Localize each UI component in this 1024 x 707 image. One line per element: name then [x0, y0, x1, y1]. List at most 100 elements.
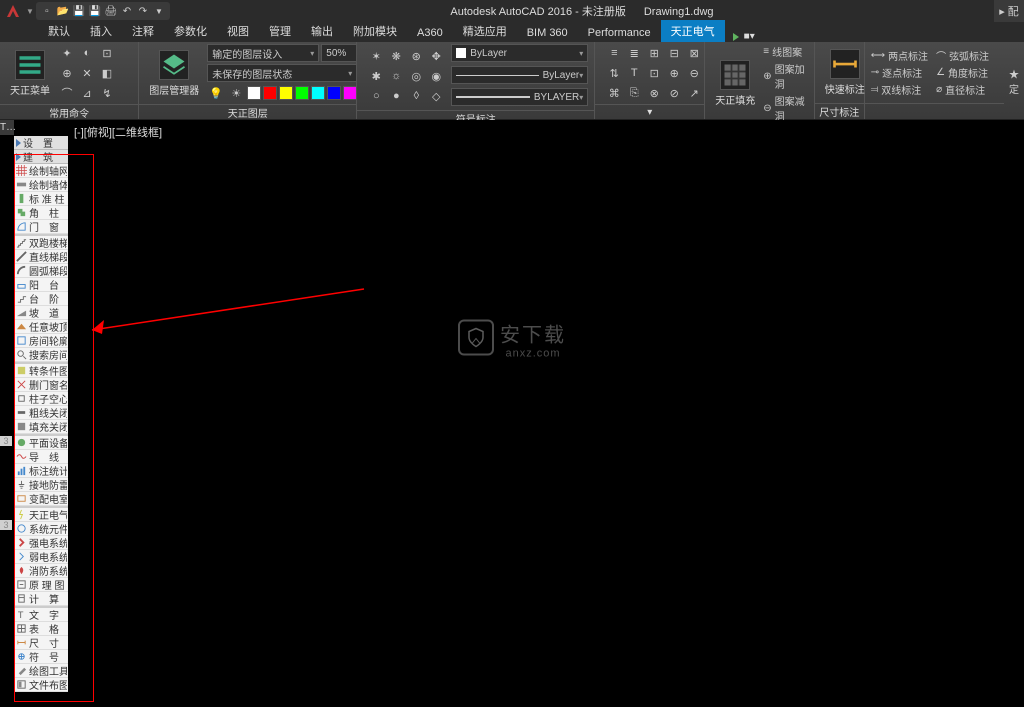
palette-item[interactable]: 标 准 柱 — [14, 192, 68, 206]
drawing-area[interactable]: [-][俯视][二维线框] — [68, 120, 1024, 707]
tz-menu-button[interactable]: 天正菜单 — [6, 48, 54, 99]
app-dropdown-icon[interactable]: ▼ — [26, 7, 34, 16]
ribbon-tab[interactable]: BIM 360 — [517, 24, 578, 42]
palette-item[interactable]: 接地防雷 — [14, 478, 68, 492]
tool-icon[interactable]: ⊠ — [685, 44, 703, 62]
tool-icon[interactable]: ✕ — [78, 64, 96, 82]
quick-dim-button[interactable]: 快速标注 — [821, 47, 869, 98]
bulb-icon[interactable]: 💡 — [207, 84, 225, 102]
fill-button[interactable]: 天正填充 — [711, 58, 759, 109]
palette-item[interactable]: 双跑楼梯 — [14, 236, 68, 250]
ribbon-tab[interactable]: 插入 — [80, 20, 122, 42]
tool-icon[interactable]: ✦ — [58, 44, 76, 62]
palette-item[interactable]: 天正电气 — [14, 508, 68, 522]
ribbon-tab[interactable]: 输出 — [301, 20, 343, 42]
fill-opt[interactable]: ⊖图案减洞 — [763, 93, 807, 123]
palette-item[interactable]: 平面设备 — [14, 436, 68, 450]
palette-item[interactable]: 弱电系统 — [14, 550, 68, 564]
qat-saveas-icon[interactable]: 💾 — [88, 4, 102, 18]
custom-button[interactable]: ★ 定 — [1009, 66, 1019, 96]
palette-item[interactable]: 转条件图 — [14, 364, 68, 378]
qat-undo-icon[interactable]: ↶ — [120, 4, 134, 18]
tool-icon[interactable]: ⊗ — [645, 84, 663, 102]
palette-header[interactable]: 建 筑 — [14, 150, 68, 164]
tool-icon[interactable]: ✱ — [367, 67, 385, 85]
tool-icon[interactable]: ⊡ — [98, 44, 116, 62]
tool-icon[interactable]: ◇ — [427, 87, 445, 105]
color-yellow[interactable] — [279, 86, 293, 100]
palette-item[interactable]: 圆弧梯段 — [14, 264, 68, 278]
palette-item[interactable]: 台 阶 — [14, 292, 68, 306]
palette-item[interactable]: 变配电室 — [14, 492, 68, 506]
palette-item[interactable]: 坡 道 — [14, 306, 68, 320]
ribbon-tab[interactable]: 精选应用 — [453, 20, 517, 42]
color-white[interactable] — [247, 86, 261, 100]
tool-icon[interactable]: ⊘ — [665, 84, 683, 102]
palette-item[interactable]: 计 算 — [14, 592, 68, 606]
ribbon-tab[interactable]: 管理 — [259, 20, 301, 42]
qat-plot-icon[interactable]: 🖨 — [104, 4, 118, 18]
palette-item[interactable]: 符 号 — [14, 650, 68, 664]
palette-item[interactable]: 消防系统 — [14, 564, 68, 578]
tool-icon[interactable]: ⊛ — [407, 47, 425, 65]
palette-header[interactable]: 设 置 — [14, 136, 68, 150]
qat-redo-icon[interactable]: ↷ — [136, 4, 150, 18]
ribbon-tab[interactable]: 视图 — [217, 20, 259, 42]
qat-save-icon[interactable]: 💾 — [72, 4, 86, 18]
palette-item[interactable]: 文件布图 — [14, 678, 68, 692]
tool-icon[interactable]: ◎ — [407, 67, 425, 85]
palette-item[interactable]: 直线梯段 — [14, 250, 68, 264]
fill-opt[interactable]: ⊕图案加洞 — [763, 61, 807, 91]
tool-icon[interactable]: ☼ — [387, 67, 405, 85]
palette-item[interactable]: 角 柱 — [14, 206, 68, 220]
ribbon-tab[interactable]: Performance — [578, 24, 661, 42]
ribbon-collapse-icon[interactable]: ■▾ — [744, 31, 755, 42]
tool-icon[interactable]: ⌒ — [58, 84, 76, 102]
dim-opt[interactable]: ∠角度标注 — [936, 65, 993, 80]
palette-item[interactable]: 表 格 — [14, 622, 68, 636]
tool-icon[interactable]: ❋ — [387, 47, 405, 65]
tool-icon[interactable]: ⊡ — [645, 64, 663, 82]
ribbon-tab[interactable]: 注释 — [122, 20, 164, 42]
palette-item[interactable]: 标注统计 — [14, 464, 68, 478]
lineweight-combo[interactable]: BYLAYER▾ — [451, 88, 588, 106]
ribbon-tab-active[interactable]: 天正电气 — [661, 20, 725, 42]
color-red[interactable] — [263, 86, 277, 100]
tool-icon[interactable]: ◉ — [427, 67, 445, 85]
tool-icon[interactable]: ✶ — [367, 47, 385, 65]
palette-item[interactable]: 门 窗 — [14, 220, 68, 234]
palette-item[interactable]: 阳 台 — [14, 278, 68, 292]
color-green[interactable] — [295, 86, 309, 100]
tool-icon[interactable]: ≣ — [625, 44, 643, 62]
palette-item[interactable]: 系统元件 — [14, 522, 68, 536]
view-label[interactable]: [-][俯视][二维线框] — [68, 120, 1024, 144]
qat-new-icon[interactable]: ▫ — [40, 4, 54, 18]
app-icon[interactable] — [3, 1, 23, 21]
layer-transparency[interactable]: 50% — [321, 44, 357, 62]
tool-icon[interactable]: ↗ — [685, 84, 703, 102]
dim-opt[interactable]: ⌒弦弧标注 — [936, 48, 993, 63]
ribbon-tab[interactable]: A360 — [407, 24, 453, 42]
palette-item[interactable]: 尺 寸 — [14, 636, 68, 650]
tool-icon[interactable]: ↯ — [98, 84, 116, 102]
tool-icon[interactable]: ⌘ — [605, 84, 623, 102]
color-combo[interactable]: ByLayer▾ — [451, 44, 588, 62]
tool-icon[interactable]: ● — [387, 87, 405, 105]
dim-opt[interactable]: ⌀直径标注 — [936, 82, 993, 97]
ribbon-tab[interactable]: 默认 — [38, 20, 80, 42]
palette-item[interactable]: 绘制墙体 — [14, 178, 68, 192]
dim-opt[interactable]: ⟷两点标注 — [871, 48, 928, 63]
palette-item[interactable]: 绘图工具 — [14, 664, 68, 678]
palette-item[interactable]: 柱子空心 — [14, 392, 68, 406]
color-magenta[interactable] — [343, 86, 357, 100]
sun-icon[interactable]: ☀ — [227, 84, 245, 102]
palette-item[interactable]: 绘制轴网 — [14, 164, 68, 178]
layer-state-combo[interactable]: 未保存的图层状态▾ — [207, 64, 357, 82]
tool-icon[interactable]: ⇅ — [605, 64, 623, 82]
tool-icon[interactable]: ✥ — [427, 47, 445, 65]
ribbon-tab[interactable]: 附加模块 — [343, 20, 407, 42]
tool-icon[interactable]: ⊕ — [665, 64, 683, 82]
color-cyan[interactable] — [311, 86, 325, 100]
layer-lock-input[interactable]: 输定的图层设入▾ — [207, 44, 319, 62]
palette-item[interactable]: 删门窗名 — [14, 378, 68, 392]
